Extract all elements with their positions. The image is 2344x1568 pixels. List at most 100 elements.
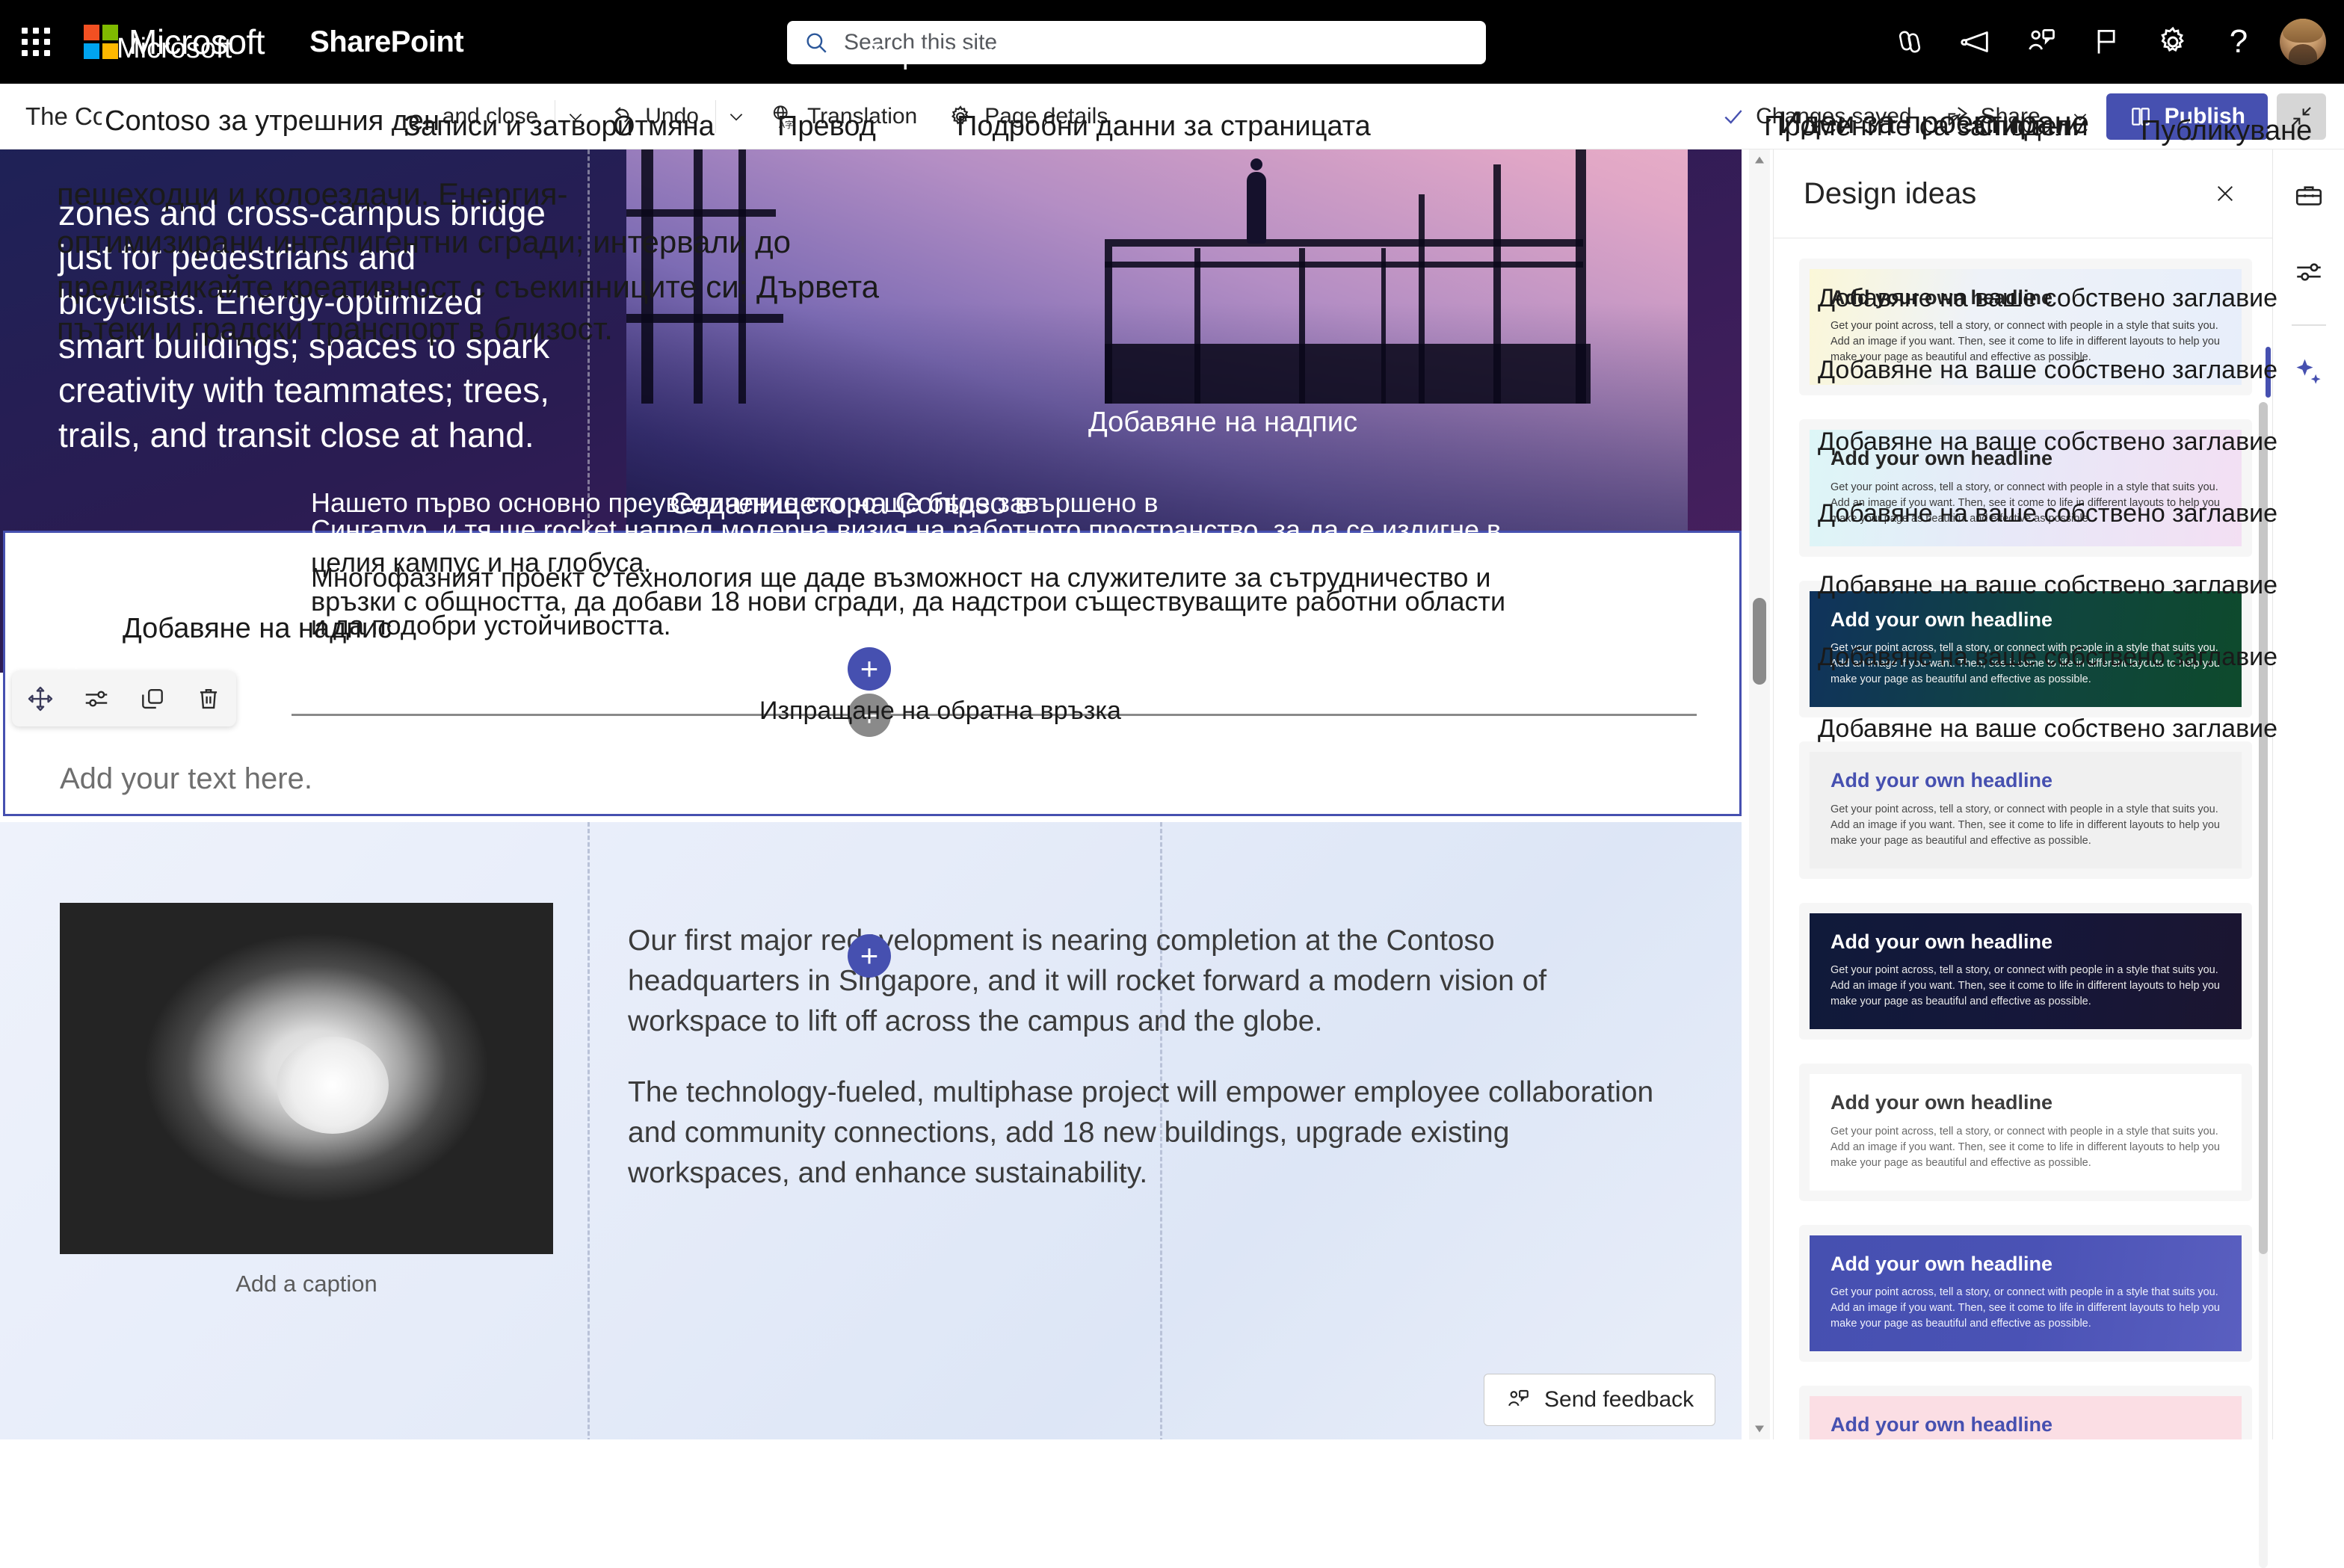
design-idea-headline: Add your own headline: [1831, 768, 2221, 792]
close-icon[interactable]: [2205, 173, 2245, 214]
design-idea-card[interactable]: Add your own headline Get your point acro…: [1799, 1225, 2252, 1362]
save-options-chevron[interactable]: [558, 92, 593, 141]
scroll-down-icon[interactable]: [1749, 1419, 1770, 1439]
design-idea-card[interactable]: Add your own headlineGet your point acro…: [1799, 419, 2252, 556]
properties-icon[interactable]: [2282, 245, 2336, 299]
undo-label: Undo: [645, 104, 699, 129]
add-text-placeholder[interactable]: Add your text here.: [60, 762, 312, 796]
share-icon: [1945, 104, 1970, 129]
staircase-image[interactable]: [60, 903, 553, 1254]
canvas-scrollbar[interactable]: [1749, 149, 1770, 1439]
collapse-icon: [2289, 105, 2313, 129]
save-and-close-button[interactable]: Save and close: [336, 92, 552, 141]
scroll-up-icon[interactable]: [1749, 149, 1770, 170]
avatar[interactable]: [2280, 19, 2326, 65]
panel-scrollbar[interactable]: [2259, 402, 2268, 1568]
save-and-close-label: Save and close: [385, 104, 538, 129]
delete-webpart-icon[interactable]: [186, 676, 231, 721]
hero-image[interactable]: [626, 149, 1688, 538]
design-idea-preview: Add your own headline Get your point acro…: [1810, 1235, 2242, 1351]
design-idea-card[interactable]: Add your own headlineGet your point acro…: [1799, 581, 2252, 717]
design-idea-card[interactable]: Add your own headline Get your point acro…: [1799, 741, 2252, 878]
publish-button[interactable]: Publish: [2106, 93, 2268, 140]
command-bar-right: Changes saved Share Publish: [1711, 84, 2326, 149]
design-idea-preview: Add your own headlineGet your point acro…: [1810, 430, 2242, 546]
suite-bar: Microsoft SharePoint: [0, 0, 2344, 84]
share-button[interactable]: Share: [1931, 92, 2054, 141]
body-text-webpart[interactable]: Our first major redevelopment is nearing…: [628, 921, 1674, 1194]
share-label: Share: [1981, 104, 2041, 129]
divider: [2292, 324, 2326, 326]
design-idea-body: Get your point across, tell a story, or …: [1831, 480, 2221, 527]
chevron-down-icon: [727, 107, 746, 126]
design-idea-headline: Add your own headline: [1831, 1090, 2221, 1114]
worker-silhouette: [1247, 172, 1266, 244]
staircase-image-caption[interactable]: Add a caption: [60, 1271, 553, 1297]
design-idea-preview: Add your own headlineGet your point acro…: [1810, 913, 2242, 1029]
flag-icon[interactable]: [2078, 13, 2136, 71]
panel-scroll-thumb[interactable]: [2259, 402, 2268, 1254]
move-webpart-icon[interactable]: [18, 676, 63, 721]
megaphone-icon[interactable]: [1946, 13, 2005, 71]
design-idea-body: Get your point across, tell a story, or …: [1831, 1124, 2221, 1171]
design-idea-card[interactable]: Add your own headlineGet your point acro…: [1799, 903, 2252, 1040]
edit-properties-icon[interactable]: [74, 676, 119, 721]
design-panel-header: Design ideas: [1774, 149, 2272, 238]
command-bar-actions: Save and close Undo A字 Translation: [336, 92, 1121, 141]
publish-icon: [2129, 105, 2153, 129]
microsoft-logo[interactable]: Microsoft: [84, 22, 265, 62]
design-idea-body: Get your point across, tell a story, or …: [1831, 802, 2221, 849]
add-webpart-button[interactable]: +: [848, 694, 891, 737]
changes-saved-label: Changes saved: [1756, 104, 1911, 129]
translation-icon: A字: [770, 103, 797, 130]
changes-saved-status: Changes saved: [1711, 104, 1922, 129]
waffle-icon: [22, 28, 50, 56]
horizontal-rule: [292, 714, 1697, 716]
page-details-button[interactable]: Page details: [934, 92, 1121, 141]
gear-icon[interactable]: [2144, 13, 2202, 71]
bottom-section: Add a caption Our first major redevelopm…: [0, 822, 1742, 1439]
canvas-scroll-thumb[interactable]: [1753, 598, 1766, 685]
sharepoint-wordmark[interactable]: SharePoint: [309, 25, 463, 59]
suite-actions: ?: [1881, 0, 2326, 84]
design-idea-card[interactable]: Add your own headlineGet your point acro…: [1799, 259, 2252, 395]
share-options-chevron[interactable]: [2063, 92, 2097, 141]
design-ideas-panel: Design ideas Add your own headline Get yo…: [1773, 149, 2272, 1439]
feedback-icon: [1505, 1387, 1531, 1413]
page-details-label: Page details: [984, 104, 1108, 129]
design-ideas-icon[interactable]: [2282, 345, 2336, 399]
app-launcher-button[interactable]: [0, 0, 72, 84]
design-idea-headline: Add your own headline: [1831, 285, 2221, 309]
translation-button[interactable]: A字 Translation: [756, 92, 931, 141]
page-canvas[interactable]: zones and cross-campus bridge just for p…: [0, 149, 1773, 1439]
add-section-button-1[interactable]: +: [848, 647, 891, 691]
svg-text:A字: A字: [779, 119, 794, 130]
duplicate-webpart-icon[interactable]: [130, 676, 175, 721]
toolbox-icon[interactable]: [2282, 169, 2336, 223]
design-idea-preview: Add your own headlineGet your point acro…: [1810, 269, 2242, 385]
help-icon[interactable]: ?: [2209, 13, 2268, 71]
design-idea-headline: Add your own headline: [1831, 930, 2221, 954]
design-idea-headline: Add your own headline: [1831, 1252, 2221, 1276]
hero-heading[interactable]: zones and cross-campus bridge just for p…: [58, 191, 567, 457]
feedback-icon[interactable]: [2012, 13, 2070, 71]
search-box[interactable]: [787, 21, 1486, 64]
paragraph-2: The technology-fueled, multiphase projec…: [628, 1072, 1674, 1193]
publish-label: Publish: [2165, 104, 2245, 129]
design-idea-card[interactable]: Add your own headline Get your point acro…: [1799, 1064, 2252, 1200]
undo-icon: [609, 104, 635, 129]
undo-options-chevron[interactable]: [719, 92, 753, 141]
design-ideas-list[interactable]: Add your own headline Get your point acro…: [1774, 245, 2273, 1439]
collapse-ribbon-button[interactable]: [2277, 93, 2326, 140]
send-feedback-button[interactable]: Send feedback: [1484, 1374, 1715, 1426]
right-rail: [2272, 149, 2344, 1439]
design-idea-body: Get your point across, tell a story, or …: [1831, 1285, 2221, 1332]
undo-button[interactable]: Undo: [596, 92, 712, 141]
design-idea-headline: Add your own headline: [1831, 608, 2221, 632]
add-section-button-2[interactable]: +: [848, 934, 891, 978]
search-input[interactable]: [844, 30, 1469, 55]
design-idea-preview: Add your own headlineGet your point acro…: [1810, 591, 2242, 707]
design-idea-card[interactable]: Add your own headlineGet your point acro…: [1799, 1386, 2252, 1439]
copilot-icon[interactable]: [1881, 13, 1939, 71]
page-details-gear-icon: [947, 103, 974, 130]
